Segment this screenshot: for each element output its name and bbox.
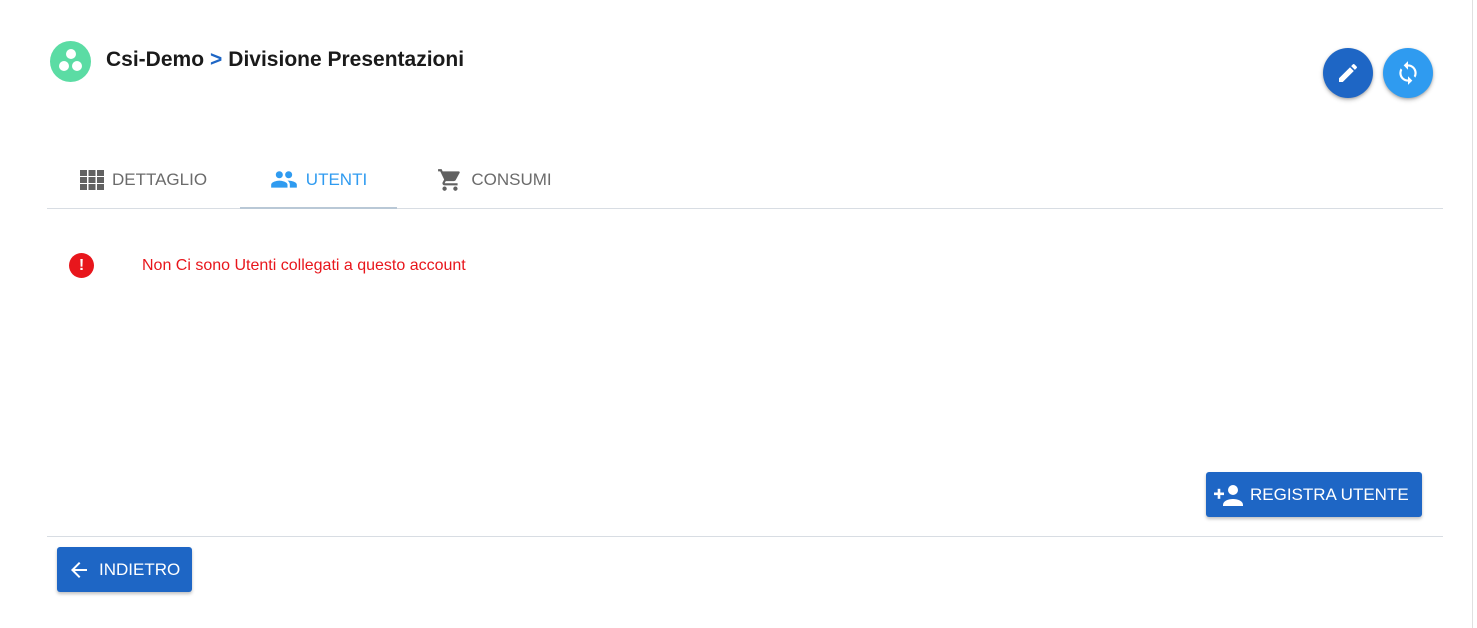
add-user-icon <box>1214 484 1244 506</box>
page: Csi-Demo > Divisione Presentazioni DETTA… <box>0 0 1477 628</box>
tab-consumi-label: CONSUMI <box>471 170 552 189</box>
breadcrumb-parent[interactable]: Csi-Demo <box>106 48 204 72</box>
breadcrumb: Csi-Demo > Divisione Presentazioni <box>106 48 464 72</box>
tab-dettaglio[interactable]: DETTAGLIO <box>47 152 240 208</box>
organization-logo-icon <box>50 40 91 82</box>
back-label: INDIETRO <box>99 559 181 579</box>
breadcrumb-separator: > <box>210 47 223 71</box>
register-user-label: REGISTRA UTENTE <box>1250 484 1409 504</box>
right-edge-divider <box>1472 0 1473 628</box>
tab-dettaglio-label: DETTAGLIO <box>111 170 208 189</box>
grid-icon <box>79 170 104 190</box>
tab-utenti[interactable]: UTENTI <box>240 152 397 209</box>
arrow-left-icon <box>67 558 91 582</box>
pencil-icon <box>1339 63 1358 82</box>
edit-button[interactable] <box>1323 48 1373 98</box>
tab-utenti-label: UTENTI <box>305 170 368 189</box>
alert-circle-icon: ! <box>69 253 94 278</box>
empty-users-message: Non Ci sono Utenti collegati a questo ac… <box>142 257 466 274</box>
tab-bar: DETTAGLIO UTENTI CONSUMI <box>47 152 1443 209</box>
tab-consumi[interactable]: CONSUMI <box>397 152 592 208</box>
page-title: Divisione Presentazioni <box>228 47 465 71</box>
users-icon <box>270 170 298 190</box>
page-header: Csi-Demo > Divisione Presentazioni <box>50 40 464 82</box>
refresh-icon <box>1399 61 1417 85</box>
footer-divider <box>47 536 1443 537</box>
refresh-button[interactable] <box>1383 48 1433 98</box>
cart-icon <box>437 167 463 193</box>
back-button[interactable]: INDIETRO <box>57 547 192 592</box>
register-user-button[interactable]: REGISTRA UTENTE <box>1206 472 1422 517</box>
